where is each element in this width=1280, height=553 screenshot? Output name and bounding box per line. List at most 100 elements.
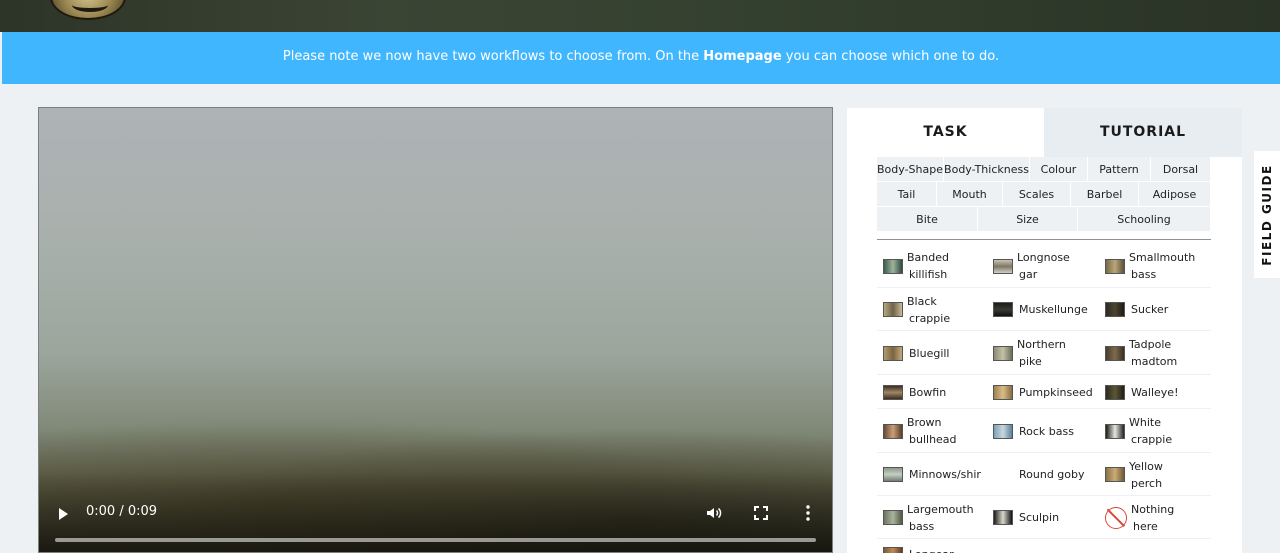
species-name-line: gar [1019,268,1038,281]
fullscreen-icon[interactable] [754,506,768,520]
filter-pattern[interactable]: Pattern [1088,157,1151,182]
species-round-goby[interactable]: Round goby [987,454,1099,496]
species-name: Sculpin [1019,509,1059,526]
filter-size[interactable]: Size [978,207,1078,232]
species-bluegill[interactable]: Bluegill [877,332,987,375]
species-yellow-perch[interactable]: Yellow perch [1099,454,1211,496]
species-name: Largemouth bass [907,501,974,535]
filter-dorsal[interactable]: Dorsal [1151,157,1211,182]
video-progress-bar[interactable] [55,538,816,542]
species-name-line: crappie [909,311,951,325]
fish-thumbnail [993,345,1013,361]
species-name: Minnows/shir [909,466,981,483]
species-longear[interactable]: Longear [877,540,987,553]
fish-thumbnail [883,258,903,274]
filter-bite[interactable]: Bite [877,207,978,232]
species-largemouth-bass[interactable]: Largemouth bass [877,497,987,539]
species-name-line: Brown [907,416,942,429]
filter-schooling[interactable]: Schooling [1078,207,1211,232]
species-black-crappie[interactable]: Black crappie [877,289,987,331]
homepage-link[interactable]: Homepage [703,49,781,64]
species-name-line: Muskellunge [1019,303,1088,316]
species-name: Northern pike [1017,336,1066,370]
tab-task[interactable]: TASK [847,108,1044,157]
species-bowfin[interactable]: Bowfin [877,376,987,409]
filters-divider [877,239,1211,240]
fish-thumbnail [1105,258,1125,274]
species-name: Bowfin [909,384,946,401]
species-name: Bluegill [909,345,950,362]
species-smallmouth-bass[interactable]: Smallmouth bass [1099,245,1211,288]
species-name-line: Northern [1017,338,1066,351]
classification-panel: TASK TUTORIAL Body-Shape Body-Thickness … [847,108,1242,553]
filter-body-shape[interactable]: Body-Shape [877,157,944,182]
fish-thumbnail [1105,384,1125,400]
fish-thumbnail [993,510,1013,525]
filter-tail[interactable]: Tail [877,182,937,207]
fish-thumbnail [1105,467,1125,482]
species-name-line: Black [907,294,937,308]
nothing-here-icon [1105,506,1127,529]
species-name-line: Longnose [1017,251,1070,264]
species-pumpkinseed[interactable]: Pumpkinseed [987,376,1099,409]
fish-thumbnail [883,302,903,317]
species-name: Tadpole madtom [1129,336,1177,370]
filter-body-thickness[interactable]: Body-Thickness [944,157,1030,182]
species-name-line: bass [909,519,935,533]
species-name-line: Pumpkinseed [1019,385,1093,399]
species-name-line: Smallmouth [1129,251,1196,264]
filter-scales[interactable]: Scales [1003,182,1071,207]
species-name-line: Walleye! [1131,385,1179,399]
fish-thumbnail [883,547,903,553]
species-sucker[interactable]: Sucker [1099,289,1211,331]
species-name: Nothing here [1131,501,1174,535]
species-name: Banded killifish [907,249,949,283]
fish-thumbnail [883,384,903,400]
species-name: Muskellunge [1019,301,1088,318]
species-walleye[interactable]: Walleye! [1099,376,1211,409]
notice-text-prefix: Please note we now have two workflows to… [282,49,704,64]
species-tadpole-madtom[interactable]: Tadpole madtom [1099,332,1211,375]
species-name: Walleye! [1131,384,1178,401]
species-longnose-gar[interactable]: Longnose gar [987,245,1099,288]
species-name-line: Tadpole [1129,338,1172,351]
species-name-line: perch [1131,476,1163,490]
site-logo[interactable] [50,0,126,20]
species-name: Rock bass [1019,423,1074,440]
filter-mouth[interactable]: Mouth [937,182,1003,207]
fish-thumbnail [883,510,903,525]
species-white-crappie[interactable]: White crappie [1099,410,1211,453]
characteristic-filters: Body-Shape Body-Thickness Colour Pattern… [877,157,1211,232]
species-name: Smallmouth bass [1129,249,1196,283]
species-name-line: Sculpin [1019,511,1060,524]
volume-icon[interactable] [706,505,722,521]
species-name-line: Longear [909,546,954,553]
species-name-line: Bowfin [909,385,947,399]
filter-row-3: Bite Size Schooling [877,207,1211,232]
species-muskellunge[interactable]: Muskellunge [987,289,1099,331]
species-northern-pike[interactable]: Northern pike [987,332,1099,375]
filter-colour[interactable]: Colour [1030,157,1088,182]
species-name-line: Banded [907,251,949,264]
workflow-notice-banner: Please note we now have two workflows to… [2,32,1280,84]
tab-tutorial[interactable]: TUTORIAL [1044,108,1242,157]
species-rock-bass[interactable]: Rock bass [987,410,1099,453]
species-nothing-here[interactable]: Nothing here [1099,497,1211,539]
species-brown-bullhead[interactable]: Brown bullhead [877,410,987,453]
species-name: Pumpkinseed [1019,384,1093,401]
filter-adipose[interactable]: Adipose [1139,182,1211,207]
species-minnows-shir[interactable]: Minnows/shir [877,454,987,496]
video-player[interactable]: 0:00 / 0:09 [38,107,833,553]
play-icon[interactable] [59,508,68,520]
more-options-icon[interactable] [805,504,811,522]
fish-thumbnail [993,423,1013,439]
species-name-line: crappie [1131,433,1173,446]
field-guide-label: FIELD GUIDE [1260,163,1274,266]
field-guide-tab[interactable]: FIELD GUIDE [1254,151,1280,278]
species-name-line: Round goby [1019,468,1085,481]
fish-thumbnail [883,423,903,439]
filter-barbel[interactable]: Barbel [1071,182,1139,207]
filter-row-2: Tail Mouth Scales Barbel Adipose [877,182,1211,207]
species-banded-killifish[interactable]: Banded killifish [877,245,987,288]
species-sculpin[interactable]: Sculpin [987,497,1099,539]
